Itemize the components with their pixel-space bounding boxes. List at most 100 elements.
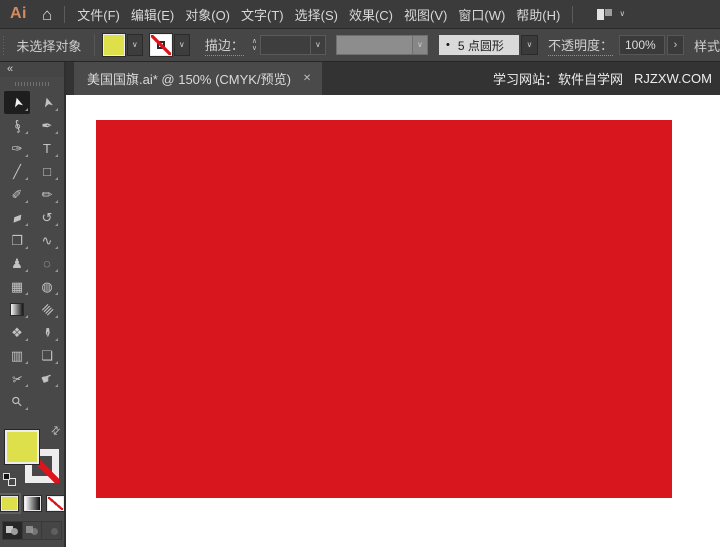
tools-panel: « ➤ ➤ ∮ ✒ ✑ T ╱ □ ✐ ✏ ▰ ↺ ❐ ∿ ♟ ◌ ▦ ◍ ≣ ❖ ✒ ▥ ❏ ✁ ☛ ⚲ ⇄	[0, 62, 66, 547]
menu-bar: Ai ⌂ 文件(F) 编辑(E) 对象(O) 文字(T) 选择(S) 效果(C) 视图(V)…	[0, 0, 720, 28]
panel-grip[interactable]	[3, 35, 5, 55]
fill-color-dropdown[interactable]: ∨	[126, 34, 143, 56]
pencil-tool[interactable]: ✏	[34, 183, 60, 206]
curvature-tool[interactable]: ✑	[4, 137, 30, 160]
draw-inside-mode-icon	[46, 526, 58, 535]
draw-behind-mode-icon	[26, 526, 38, 535]
swap-fill-stroke-icon[interactable]: ⇄	[48, 423, 63, 438]
draw-normal-mode[interactable]	[3, 522, 23, 539]
opacity-panel-link[interactable]: 不透明度：	[547, 35, 613, 56]
drawing-modes	[2, 521, 62, 540]
document-tab[interactable]: 美国国旗.ai* @ 150% (CMYK/预览) ✕	[74, 62, 323, 95]
fill-color-swatch[interactable]	[101, 33, 126, 57]
stroke-width-stepper[interactable]: ∧ ∨	[252, 38, 257, 52]
menu-item-5[interactable]: 效果(C)	[349, 5, 393, 24]
curvature-tool-icon: ✑	[11, 141, 23, 156]
gradient-button[interactable]	[22, 495, 42, 512]
fill-stroke-control: ⇄	[3, 423, 63, 486]
tools-panel-header: «	[0, 62, 64, 77]
menu-item-3[interactable]: 文字(T)	[241, 5, 284, 24]
chevron-down-icon: ∨	[619, 9, 626, 18]
blend-tool[interactable]: ❖	[4, 321, 30, 344]
control-bar: 未选择对象 ∨ ∨ 描边： ∧ ∨ ∨ ∨ • 5 点圆形 ∨ 不透明度： 10…	[0, 28, 720, 62]
pen-tool[interactable]: ✒	[34, 114, 60, 137]
illustrator-logo: Ai	[10, 5, 27, 22]
brush-definition-dropdown[interactable]: ∨	[520, 35, 538, 55]
width-profile-field[interactable]	[335, 35, 412, 55]
zoom-tool[interactable]: ⚲	[4, 390, 30, 413]
color-button[interactable]	[0, 495, 19, 512]
direct-selection-tool[interactable]: ➤	[34, 91, 60, 114]
column-graph-tool[interactable]: ▥	[4, 344, 30, 367]
mesh-tool[interactable]: ◍	[34, 275, 60, 298]
width-profile-dropdown[interactable]: ∨	[411, 35, 428, 55]
line-segment-tool[interactable]: ╱	[4, 160, 30, 183]
puppet-warp-tool[interactable]: ♟	[4, 252, 30, 275]
close-icon[interactable]: ✕	[303, 73, 311, 84]
lasso-tool[interactable]: ∮	[4, 114, 30, 137]
width-tool[interactable]: ∿	[34, 229, 60, 252]
rectangle-tool[interactable]: □	[34, 160, 60, 183]
workspace-switcher[interactable]: ∨	[597, 8, 626, 20]
scale-tool[interactable]: ❐	[4, 229, 30, 252]
menu-item-6[interactable]: 视图(V)	[404, 5, 447, 24]
menu-item-7[interactable]: 窗口(W)	[458, 5, 505, 24]
draw-inside-mode[interactable]	[42, 522, 62, 539]
measure-tool[interactable]: ≣	[34, 298, 60, 321]
gradient-tool[interactable]	[4, 298, 30, 321]
fill-swatch[interactable]	[4, 429, 40, 465]
perspective-grid-tool[interactable]: ▦	[4, 275, 30, 298]
puppet-warp-tool-icon: ♟	[11, 256, 23, 271]
menu-item-2[interactable]: 对象(O)	[185, 5, 230, 24]
selection-tool[interactable]: ➤	[4, 91, 30, 114]
brush-definition-control: • 5 点圆形 ∨	[438, 35, 538, 55]
artboard-canvas[interactable]	[66, 95, 720, 547]
stroke-width-dropdown[interactable]: ∨	[309, 35, 326, 55]
rotate-tool[interactable]: ↺	[34, 206, 60, 229]
opacity-more-button[interactable]: ›	[666, 35, 684, 55]
default-fill-stroke-icon[interactable]	[3, 473, 16, 486]
paintbrush-tool[interactable]: ✐	[4, 183, 30, 206]
stroke-color-dropdown[interactable]: ∨	[173, 34, 190, 56]
red-rectangle-object[interactable]	[96, 120, 672, 498]
eyedropper-tool-icon: ✒	[39, 327, 55, 338]
type-tool[interactable]: T	[34, 137, 60, 160]
opacity-input[interactable]: 100%	[618, 35, 665, 55]
paintbrush-tool-icon: ✐	[11, 187, 23, 202]
pencil-tool-icon: ✏	[41, 187, 53, 202]
variable-width-profile: ∨	[335, 35, 428, 55]
eyedropper-tool[interactable]: ✒	[34, 321, 60, 344]
none-slash-icon	[150, 35, 171, 55]
artboard-tool[interactable]: ❏	[34, 344, 60, 367]
draw-behind-mode[interactable]	[22, 522, 43, 539]
divider	[64, 5, 66, 23]
free-transform-tool-icon: ◌	[43, 256, 51, 271]
mesh-tool-icon: ◍	[41, 279, 53, 294]
eraser-tool[interactable]: ▰	[4, 206, 30, 229]
menu-item-0[interactable]: 文件(F)	[77, 5, 120, 24]
menu-items: 文件(F) 编辑(E) 对象(O) 文字(T) 选择(S) 效果(C) 视图(V) 窗口(W)…	[77, 5, 560, 24]
zoom-tool-icon: ⚲	[8, 392, 26, 411]
menu-item-1[interactable]: 编辑(E)	[131, 5, 174, 24]
rectangle-tool-icon: □	[43, 164, 51, 179]
brush-definition-value: 5 点圆形	[457, 38, 504, 53]
hand-tool-icon: ☛	[38, 369, 56, 388]
collapse-panel-icon[interactable]: «	[7, 64, 13, 75]
stepper-down-icon[interactable]: ∨	[252, 45, 257, 52]
stepper-up-icon[interactable]: ∧	[252, 38, 257, 45]
stroke-none-swatch[interactable]	[148, 33, 173, 57]
tools-panel-grip[interactable]	[15, 82, 49, 86]
menu-item-4[interactable]: 选择(S)	[295, 5, 338, 24]
free-transform-tool[interactable]: ◌	[34, 252, 60, 275]
home-icon[interactable]: ⌂	[42, 6, 52, 23]
menu-item-8[interactable]: 帮助(H)	[516, 5, 560, 24]
hand-tool[interactable]: ☛	[34, 367, 60, 390]
scale-tool-icon: ❐	[11, 233, 23, 248]
chevron-down-icon: ∨	[178, 40, 185, 49]
none-button[interactable]	[45, 495, 65, 512]
stroke-panel-link[interactable]: 描边：	[204, 35, 244, 56]
slice-tool[interactable]: ✁	[4, 367, 30, 390]
stroke-width-input[interactable]	[259, 35, 310, 55]
brush-definition-field[interactable]: • 5 点圆形	[438, 35, 519, 55]
divider	[572, 5, 574, 23]
